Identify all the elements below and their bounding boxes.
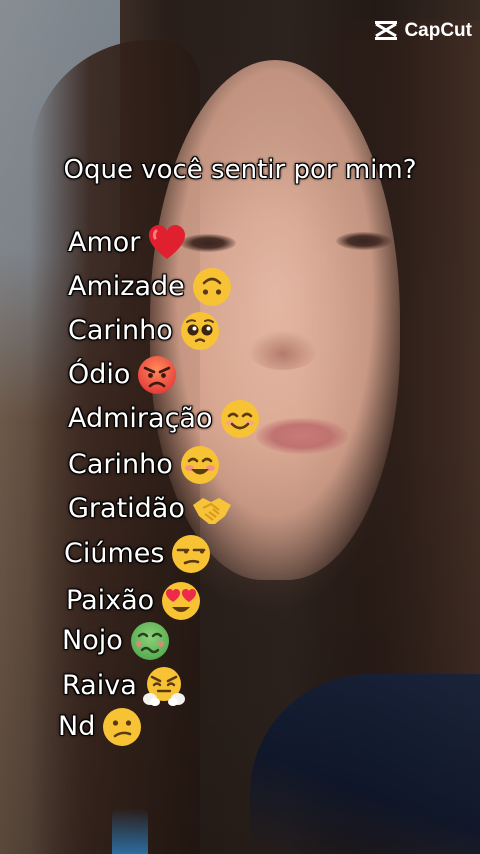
handshake-icon	[191, 488, 233, 530]
option-label: Nojo	[62, 625, 123, 656]
option-raiva: Raiva	[62, 665, 185, 707]
option-nd: Nd	[58, 706, 143, 748]
option-label: Nd	[58, 711, 96, 742]
option-label: Amor	[68, 227, 141, 258]
option-admiracao: Admiração	[68, 398, 261, 440]
option-label: Raiva	[62, 670, 137, 701]
option-paixao: Paixão	[66, 580, 202, 622]
option-carinho-2: Carinho	[68, 444, 221, 486]
option-label: Admiração	[68, 403, 213, 434]
option-label: Paixão	[66, 585, 155, 616]
option-ciumes: Ciúmes	[64, 533, 212, 575]
red-heart-icon	[146, 222, 188, 264]
upside-down-face-icon	[191, 266, 233, 308]
watermark-brand: CapCut	[404, 20, 472, 41]
confused-face-icon	[101, 706, 143, 748]
option-label: Ódio	[68, 359, 131, 390]
pleading-face-icon	[179, 310, 221, 352]
option-label: Amizade	[68, 271, 185, 302]
option-carinho: Carinho	[68, 310, 221, 352]
question-title: Oque você sentir por mim?	[63, 155, 417, 185]
option-amor: Amor	[68, 222, 188, 264]
capcut-logo-icon	[374, 20, 398, 42]
option-label: Gratidão	[68, 493, 185, 524]
option-gratidao: Gratidão	[68, 488, 233, 530]
heart-eyes-face-icon	[160, 580, 202, 622]
option-label: Carinho	[68, 315, 173, 346]
blushing-smile-icon	[179, 444, 221, 486]
option-amizade: Amizade	[68, 266, 233, 308]
angry-face-icon	[136, 354, 178, 396]
capcut-watermark: CapCut	[374, 20, 472, 42]
option-label: Carinho	[68, 449, 173, 480]
nauseated-face-icon	[129, 620, 171, 662]
video-frame: CapCut Oque você sentir por mim? Amor Am…	[0, 0, 480, 854]
option-odio: Ódio	[68, 354, 178, 396]
steam-nose-face-icon	[142, 665, 185, 707]
option-label: Ciúmes	[64, 538, 165, 569]
unamused-face-icon	[170, 533, 212, 575]
option-nojo: Nojo	[62, 620, 171, 662]
smiling-face-icon	[219, 398, 261, 440]
